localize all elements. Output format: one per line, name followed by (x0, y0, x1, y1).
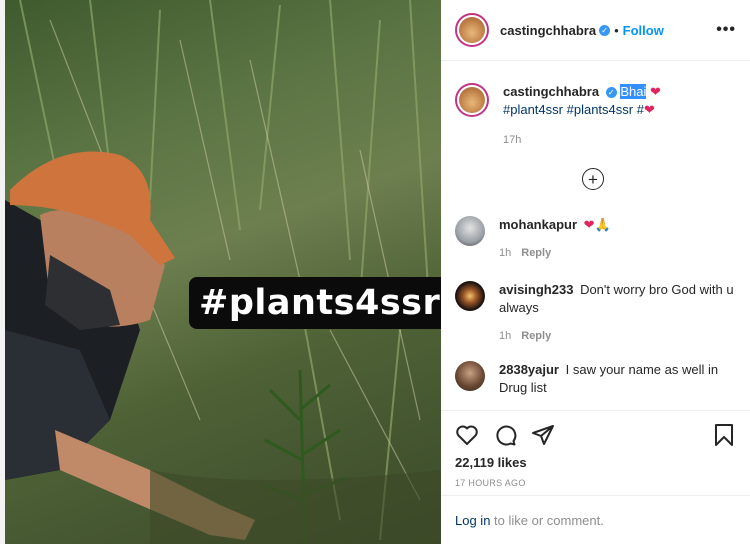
likes-count[interactable]: 22,119 likes (455, 455, 736, 470)
post-actions: 22,119 likes 17 HOURS AGO (441, 410, 750, 488)
caption-avatar[interactable] (455, 83, 489, 117)
hashtag-link[interactable]: #plant4ssr (503, 102, 563, 117)
comment-text: ❤🙏 (583, 217, 611, 232)
comment-item: avisingh233 Don't worry bro God with u a… (455, 281, 740, 345)
post-header: castingchhabra ✓ • Follow ••• (441, 0, 750, 61)
comment-time[interactable]: 1h (499, 247, 511, 259)
heart-icon[interactable] (455, 423, 479, 447)
photo-left-edge (0, 0, 5, 544)
post-timestamp[interactable]: 17 HOURS AGO (455, 478, 736, 488)
post-side-panel: castingchhabra ✓ • Follow ••• castingchh… (441, 0, 750, 544)
comment-body: mohankapur ❤🙏 1h Reply (499, 216, 611, 262)
comment-time[interactable]: 1h (499, 330, 511, 342)
author-username[interactable]: castingchhabra (500, 23, 596, 38)
commenter-avatar[interactable] (455, 216, 485, 246)
comment-meta: 1h Reply (499, 327, 740, 345)
hashtag-link[interactable]: #plants4ssr (567, 102, 633, 117)
comment-item: mohankapur ❤🙏 1h Reply (455, 216, 740, 262)
verified-icon: ✓ (605, 87, 617, 99)
heart-emoji: ❤ (650, 84, 661, 99)
reply-button[interactable]: Reply (521, 330, 551, 342)
action-icons (455, 419, 736, 451)
photo-illustration (5, 0, 441, 544)
avatar-image (459, 17, 485, 43)
commenter-username[interactable]: 2838yajur (499, 362, 559, 377)
reply-button[interactable]: Reply (521, 247, 551, 259)
comment-body: avisingh233 Don't worry bro God with u a… (499, 281, 740, 345)
caption-username[interactable]: castingchhabra (503, 84, 599, 99)
hashtag-link[interactable]: # (637, 102, 644, 117)
post-photo[interactable]: #plants4ssr (0, 0, 441, 544)
follow-button[interactable]: Follow (623, 23, 664, 38)
comment-item: 2838yajur I saw your name as well in Dru… (455, 361, 740, 397)
share-icon[interactable] (531, 423, 555, 447)
commenter-avatar[interactable] (455, 281, 485, 311)
more-icon[interactable]: ••• (716, 21, 736, 39)
load-more-icon[interactable]: + (582, 168, 604, 190)
comment-icon[interactable] (493, 423, 517, 447)
login-link[interactable]: Log in (455, 513, 490, 528)
commenter-username[interactable]: mohankapur (499, 217, 577, 232)
login-prompt-text: to like or comment. (490, 513, 604, 528)
login-prompt: Log in to like or comment. (441, 495, 750, 544)
verified-icon: ✓ (599, 24, 611, 36)
avatar-image (459, 87, 485, 113)
comment-body: 2838yajur I saw your name as well in Dru… (499, 361, 740, 397)
caption-highlight: Bhai (620, 84, 647, 99)
caption-text: castingchhabra ✓ Bhai ❤ #plant4ssr #plan… (503, 83, 723, 149)
separator-dot: • (614, 22, 619, 38)
commenter-avatar[interactable] (455, 361, 485, 391)
author-avatar[interactable] (455, 13, 489, 47)
caption-time[interactable]: 17h (503, 131, 723, 149)
save-icon[interactable] (712, 423, 736, 447)
comments-section: castingchhabra ✓ Bhai ❤ #plant4ssr #plan… (441, 61, 750, 410)
post-caption: castingchhabra ✓ Bhai ❤ #plant4ssr #plan… (441, 61, 750, 149)
comment-meta: 1h Reply (499, 244, 611, 262)
heart-emoji: ❤ (643, 102, 655, 117)
commenter-username[interactable]: avisingh233 (499, 282, 573, 297)
hashtag-sticker: #plants4ssr (189, 277, 441, 329)
